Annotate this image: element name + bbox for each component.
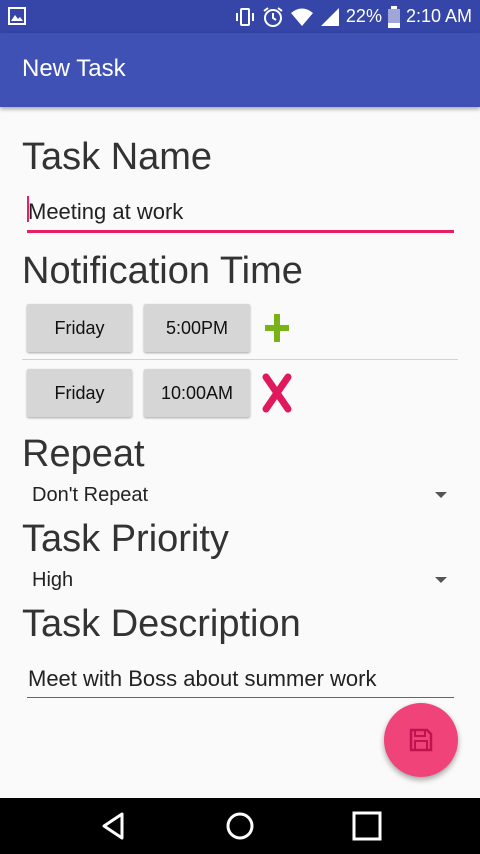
battery-icon <box>387 5 400 28</box>
close-icon[interactable] <box>262 373 292 413</box>
task-description-heading: Task Description <box>22 603 301 645</box>
chevron-down-icon <box>435 492 447 498</box>
recents-icon[interactable] <box>351 810 383 842</box>
status-bar: 22% 2:10 AM <box>0 0 480 33</box>
task-priority-heading: Task Priority <box>22 518 229 560</box>
notification-time-button-1[interactable]: 5:00PM <box>144 304 250 352</box>
priority-dropdown[interactable]: High <box>32 569 452 593</box>
task-name-value: Meeting at work <box>28 199 184 224</box>
back-icon[interactable] <box>98 810 130 842</box>
task-description-value: Meet with Boss about summer work <box>28 666 377 691</box>
repeat-heading: Repeat <box>22 433 145 475</box>
priority-selected: High <box>32 569 74 591</box>
notification-time-heading: Notification Time <box>22 250 303 292</box>
page-title: New Task <box>22 55 126 82</box>
task-name-input[interactable]: Meeting at work <box>27 194 454 233</box>
vibrate-icon <box>235 7 254 26</box>
clock: 2:10 AM <box>405 6 472 26</box>
notification-day-button-1[interactable]: Friday <box>27 304 132 352</box>
repeat-dropdown[interactable]: Don't Repeat <box>32 484 452 508</box>
plus-icon[interactable] <box>264 312 290 344</box>
task-name-heading: Task Name <box>22 136 213 178</box>
app-toolbar: New Task <box>0 33 480 107</box>
alarm-icon <box>263 6 283 27</box>
chevron-down-icon <box>435 577 447 583</box>
notification-time-button-2[interactable]: 10:00AM <box>144 369 250 417</box>
notification-day-button-2[interactable]: Friday <box>27 369 132 417</box>
task-description-input[interactable]: Meet with Boss about summer work <box>27 661 454 698</box>
battery-percent: 22% <box>345 6 382 26</box>
signal-icon <box>320 7 339 26</box>
system-nav-bar <box>0 798 480 854</box>
save-icon <box>409 728 433 752</box>
home-icon[interactable] <box>224 810 256 842</box>
repeat-selected: Don't Repeat <box>32 484 149 506</box>
save-fab-button[interactable] <box>384 703 458 777</box>
image-notification-icon <box>8 7 26 25</box>
divider <box>22 359 458 360</box>
wifi-icon <box>290 8 313 26</box>
